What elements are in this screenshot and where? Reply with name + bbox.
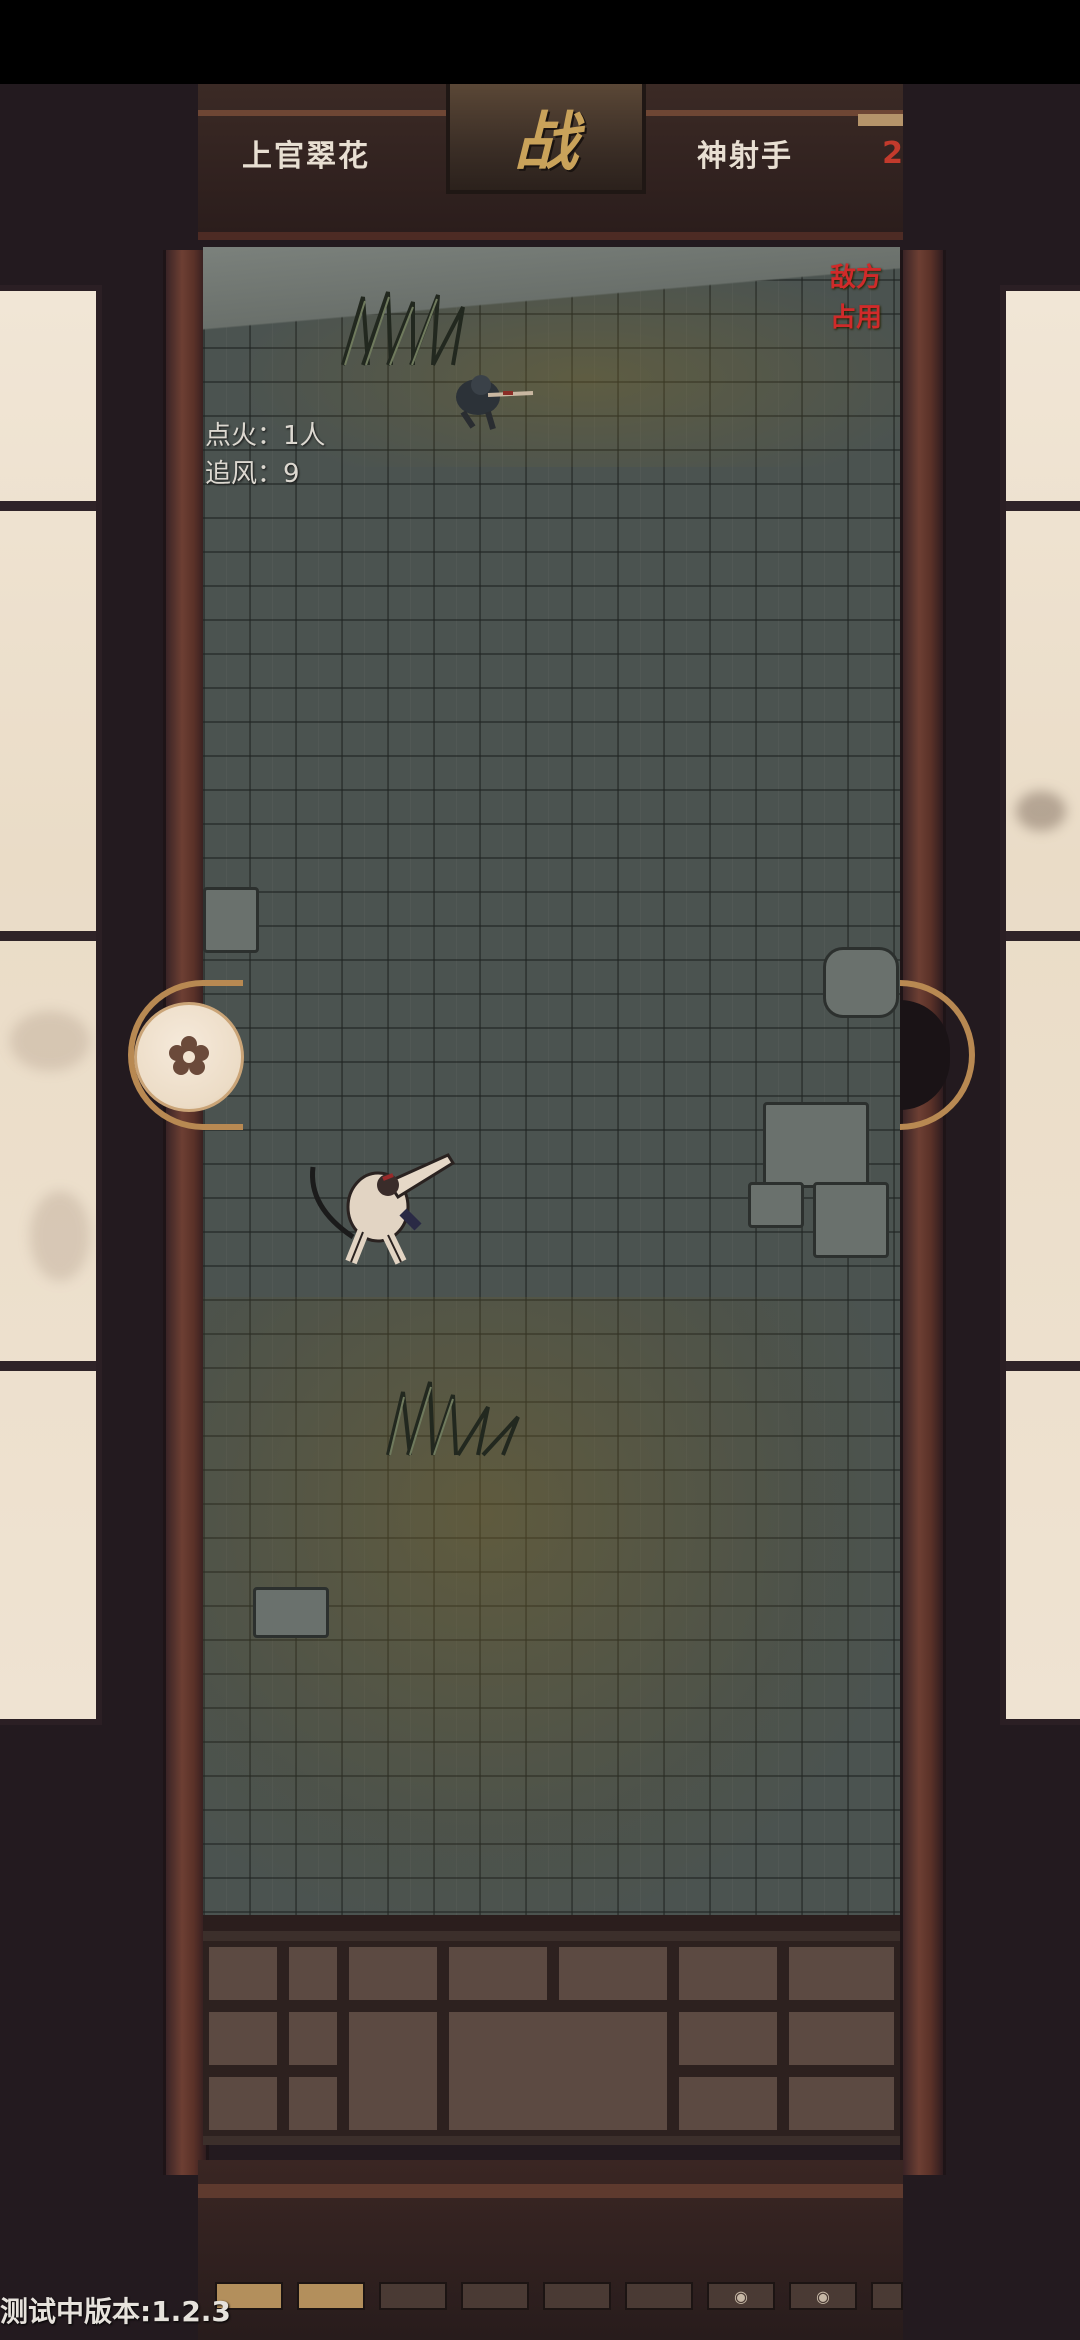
- progress-slot-filled: [297, 2282, 365, 2310]
- version-label: 测试中版本:1.2.3: [0, 2295, 231, 2328]
- panel-divider: [1006, 1361, 1080, 1371]
- lattice-cell: [283, 2006, 343, 2071]
- rubble-rock: [253, 1587, 329, 1638]
- lattice-cell: [443, 2006, 673, 2136]
- game-screen: 上官翠花 战 神射手 2 点火：1人 追风：9 敌方 占用 ◉ ◉ 测试中版本:…: [0, 0, 1080, 2340]
- grass-tuft: [341, 291, 465, 366]
- right-pillar: [900, 250, 946, 2175]
- lattice-cell: [673, 1941, 783, 2006]
- rubble-rock: [813, 1182, 889, 1258]
- right-screen-panel: [1000, 285, 1080, 1725]
- progress-slot-locked: ◉: [707, 2282, 775, 2310]
- ink-splash: [1016, 791, 1066, 831]
- lattice-cell: [203, 2071, 283, 2136]
- lattice-cell: [343, 2006, 443, 2136]
- match-header: 上官翠花 战 神射手 2: [198, 84, 903, 240]
- lattice-cell: [783, 2006, 900, 2071]
- lattice-cell: [283, 1941, 343, 2006]
- bottom-ridge: [198, 2184, 903, 2198]
- broken-wall: [203, 247, 900, 367]
- panel-divider: [1006, 501, 1080, 511]
- grass-tuft: [386, 1381, 520, 1457]
- right-player-badge: 2: [882, 136, 903, 171]
- settings-control: [128, 980, 268, 1130]
- lattice-cell: [673, 2071, 783, 2136]
- lock-icon: ◉: [816, 2286, 830, 2306]
- panel-divider: [0, 1361, 96, 1371]
- panel-divider: [0, 931, 96, 941]
- lattice-cell: [553, 1941, 673, 2006]
- lattice-cell: [673, 2006, 783, 2071]
- battle-badge: 战: [446, 84, 646, 194]
- right-ring: [900, 980, 975, 1130]
- lattice-cell: [203, 2006, 283, 2071]
- enemy-alert-line: 敌方: [830, 263, 883, 293]
- settings-button[interactable]: [134, 1002, 244, 1112]
- rubble-rock: [763, 1102, 869, 1188]
- progress-slot-empty: [625, 2282, 693, 2310]
- left-player-name: 上官翠花: [242, 139, 370, 174]
- progress-slot-empty: [461, 2282, 529, 2310]
- lattice-cell: [343, 1941, 443, 2006]
- right-player-name: 神射手: [697, 139, 793, 174]
- progress-slot-empty: [379, 2282, 447, 2310]
- progress-slot-empty: [543, 2282, 611, 2310]
- chase-wind-status: 追风：9: [205, 459, 300, 489]
- rubble-rock: [203, 887, 259, 953]
- bottom-bar: ◉ ◉: [198, 2160, 903, 2340]
- gear-icon: [169, 1036, 209, 1075]
- lock-icon: ◉: [734, 2286, 748, 2306]
- enemy-character[interactable]: [433, 357, 543, 437]
- panel-divider: [1006, 931, 1080, 941]
- lattice-cell: [783, 1941, 900, 2006]
- lattice-cell: [783, 2071, 900, 2136]
- panel-divider: [0, 501, 96, 511]
- lattice-cell: [443, 1941, 553, 2006]
- left-screen-panel: [0, 285, 102, 1725]
- rubble-rock: [823, 947, 899, 1018]
- player-character[interactable]: [293, 1127, 473, 1287]
- game-field[interactable]: 点火：1人 追风：9 敌方 占用: [203, 247, 900, 1915]
- progress-slot-locked: ◉: [789, 2282, 857, 2310]
- header-accent: [858, 114, 903, 126]
- status-bar: [0, 0, 1080, 84]
- rubble-rock: [748, 1182, 804, 1228]
- battle-glyph: 战: [514, 105, 578, 180]
- ink-splash: [30, 1191, 90, 1281]
- ink-splash: [10, 1011, 90, 1071]
- ignite-status: 点火：1人: [205, 421, 326, 451]
- enemy-alert-line: 占用: [830, 303, 883, 333]
- lattice-cell: [203, 1941, 283, 2006]
- progress-slot-locked: [871, 2282, 903, 2310]
- lattice-cell: [283, 2071, 343, 2136]
- bottom-lattice: [203, 1915, 900, 2145]
